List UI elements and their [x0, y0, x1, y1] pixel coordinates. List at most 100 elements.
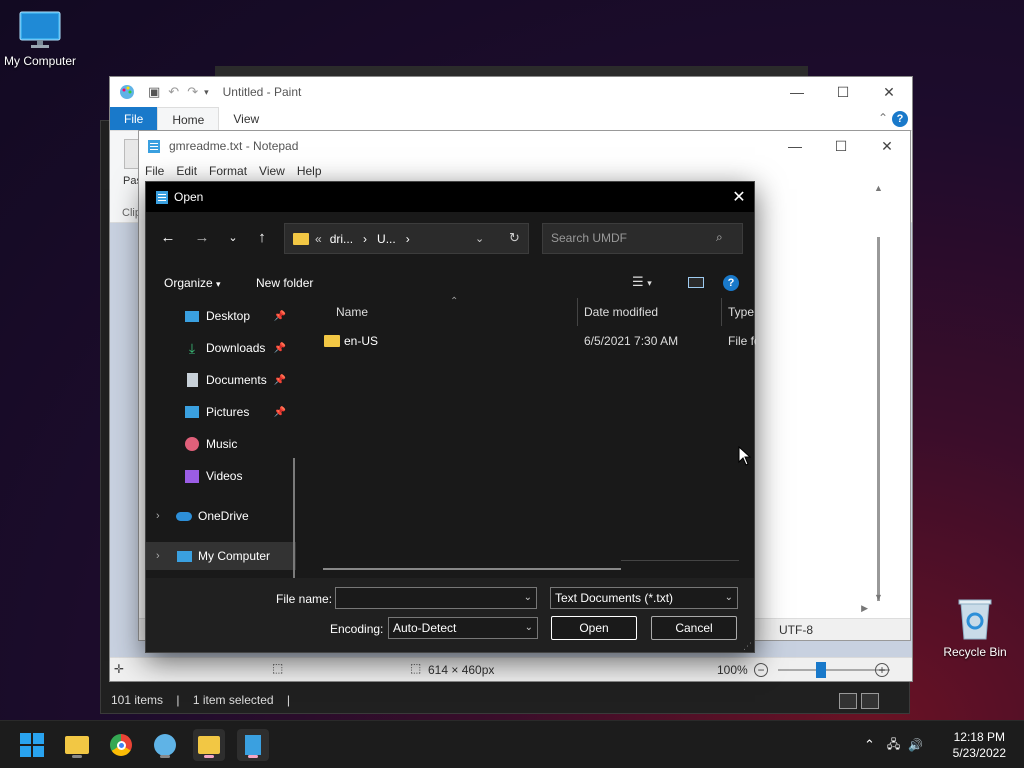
minimize-button[interactable]: —	[772, 131, 818, 161]
refresh-icon[interactable]: ↻	[509, 230, 520, 246]
dialog-close-button[interactable]: ✕	[724, 182, 754, 212]
encoding-label: Encoding:	[330, 622, 384, 636]
paint-titlebar[interactable]: ▣ ↶ ↷ ▾ Untitled - Paint — ☐ ✕	[110, 77, 912, 107]
recent-locations-chevron-icon[interactable]: ⌄	[223, 228, 243, 248]
explorer-status-bar: 101 items | 1 item selected |	[111, 693, 300, 707]
column-header-name[interactable]: Name	[336, 298, 368, 326]
nav-item-documents[interactable]: Documents 📌	[146, 366, 296, 394]
paint-app-icon	[154, 734, 176, 756]
column-header-type[interactable]: Type	[728, 298, 754, 326]
close-button[interactable]: ✕	[864, 131, 910, 161]
file-type-select[interactable]: Text Documents (*.txt) ⌄	[550, 587, 738, 609]
menu-edit[interactable]: Edit	[170, 161, 203, 181]
column-header-date[interactable]: Date modified	[584, 298, 658, 326]
zoom-slider-thumb[interactable]	[816, 662, 826, 678]
file-name-label: File name:	[276, 592, 333, 606]
notepad-titlebar[interactable]: gmreadme.txt - Notepad — ☐ ✕	[139, 131, 910, 161]
undo-icon[interactable]: ↶	[168, 84, 179, 100]
minimize-button[interactable]: —	[774, 77, 820, 107]
forward-arrow-icon[interactable]: →	[192, 228, 212, 248]
zoom-level: 100%	[717, 663, 748, 677]
menu-help[interactable]: Help	[291, 161, 328, 181]
tab-view[interactable]: View	[219, 107, 273, 130]
details-view-button[interactable]	[839, 693, 857, 709]
taskbar-clock[interactable]: 12:18 PM 5/23/2022	[953, 729, 1006, 761]
nav-item-pictures[interactable]: Pictures 📌	[146, 398, 296, 426]
scroll-right-icon[interactable]: ▶	[861, 603, 868, 614]
nav-item-music[interactable]: Music	[146, 430, 296, 458]
vertical-scrollbar[interactable]: ▲ ▼	[872, 181, 888, 604]
save-icon[interactable]: ▣	[148, 84, 160, 100]
tab-home[interactable]: Home	[157, 107, 220, 130]
tab-file[interactable]: File	[110, 107, 158, 130]
search-input[interactable]: Search UMDF	[542, 223, 743, 254]
nav-item-my-computer[interactable]: › My Computer	[146, 542, 296, 570]
ribbon-collapse-icon[interactable]: ⌃	[878, 111, 888, 125]
close-button[interactable]: ✕	[866, 77, 912, 107]
cancel-button[interactable]: Cancel	[651, 616, 737, 640]
breadcrumb-umdf[interactable]: U...	[377, 232, 396, 246]
maximize-button[interactable]: ☐	[820, 77, 866, 107]
open-button[interactable]: Open	[551, 616, 637, 640]
dialog-titlebar[interactable]: Open ✕	[146, 182, 754, 212]
breadcrumb-drivers[interactable]: dri...	[330, 232, 353, 246]
quick-access-dropdown-icon[interactable]: ▾	[204, 87, 209, 98]
zoom-slider[interactable]	[778, 669, 890, 671]
redo-icon[interactable]: ↷	[187, 84, 198, 100]
breadcrumb-separator[interactable]: ›	[363, 232, 367, 246]
menu-format[interactable]: Format	[203, 161, 253, 181]
organize-button[interactable]: Organize ▾	[164, 276, 221, 290]
horizontal-scrollbar[interactable]	[323, 568, 621, 570]
address-dropdown-icon[interactable]: ⌄	[475, 232, 484, 245]
taskbar-notepad[interactable]	[237, 729, 269, 761]
nav-item-downloads[interactable]: ⤓ Downloads 📌	[146, 334, 296, 362]
desktop-icon-recycle-bin[interactable]: Recycle Bin	[935, 597, 1015, 659]
scrollbar-thumb[interactable]	[877, 237, 880, 601]
address-overflow[interactable]: «	[315, 232, 322, 246]
back-arrow-icon[interactable]: ←	[158, 228, 178, 248]
help-icon[interactable]: ?	[723, 275, 739, 291]
taskbar-paint[interactable]	[149, 729, 181, 761]
address-bar[interactable]: « dri... › U... › ⌄ ↻	[284, 223, 529, 254]
encoding-select[interactable]: Auto-Detect ⌄	[388, 617, 538, 639]
thumbnail-view-button[interactable]	[861, 693, 879, 709]
nav-item-desktop[interactable]: Desktop 📌	[146, 302, 296, 330]
nav-item-label: Downloads	[206, 341, 266, 355]
chevron-down-icon[interactable]: ⌄	[524, 588, 532, 608]
desktop-icon-my-computer[interactable]: My Computer	[0, 10, 80, 68]
chevron-down-icon[interactable]: ⌄	[725, 588, 733, 608]
column-separator[interactable]	[721, 298, 722, 326]
menu-file[interactable]: File	[139, 161, 170, 181]
open-dialog[interactable]: Open ✕ ← → ⌄ ↑ « dri... › U... › ⌄ ↻ Sea…	[145, 181, 756, 653]
desktop-icon	[184, 308, 200, 324]
menu-view[interactable]: View	[253, 161, 291, 181]
resize-grip-icon[interactable]: ⋰	[743, 641, 752, 652]
network-icon[interactable]: 🖧	[887, 735, 900, 756]
start-button[interactable]	[16, 729, 48, 761]
expand-chevron-icon[interactable]: ›	[156, 550, 176, 562]
new-folder-button[interactable]: New folder	[256, 276, 313, 290]
show-hidden-icons-chevron-icon[interactable]: ⌃	[864, 737, 875, 753]
taskbar-chrome[interactable]	[105, 729, 137, 761]
nav-item-onedrive[interactable]: › OneDrive	[146, 502, 296, 530]
file-row[interactable]: en-US 6/5/2021 7:30 AM File fo	[318, 334, 756, 354]
up-arrow-icon[interactable]: ↑	[252, 228, 272, 248]
scroll-down-icon[interactable]: ▼	[874, 592, 883, 602]
scroll-up-icon[interactable]: ▲	[874, 183, 883, 193]
nav-item-label: My Computer	[198, 549, 271, 563]
zoom-out-button[interactable]: −	[754, 663, 768, 677]
taskbar-explorer-notepad[interactable]	[193, 729, 225, 761]
breadcrumb-separator[interactable]: ›	[406, 232, 410, 246]
zoom-in-button[interactable]: +	[875, 663, 889, 677]
volume-icon[interactable]: 🔊	[908, 738, 923, 752]
taskbar-file-explorer[interactable]	[61, 729, 93, 761]
view-options-icon[interactable]: ☰ ▾	[632, 274, 652, 290]
file-name-combo[interactable]: ⌄	[335, 587, 537, 609]
column-separator[interactable]	[577, 298, 578, 326]
chevron-down-icon[interactable]: ⌄	[525, 618, 533, 638]
preview-pane-icon[interactable]	[688, 277, 704, 288]
nav-item-videos[interactable]: Videos	[146, 462, 296, 490]
help-icon[interactable]: ?	[892, 111, 908, 127]
maximize-button[interactable]: ☐	[818, 131, 864, 161]
expand-chevron-icon[interactable]: ›	[156, 510, 176, 522]
